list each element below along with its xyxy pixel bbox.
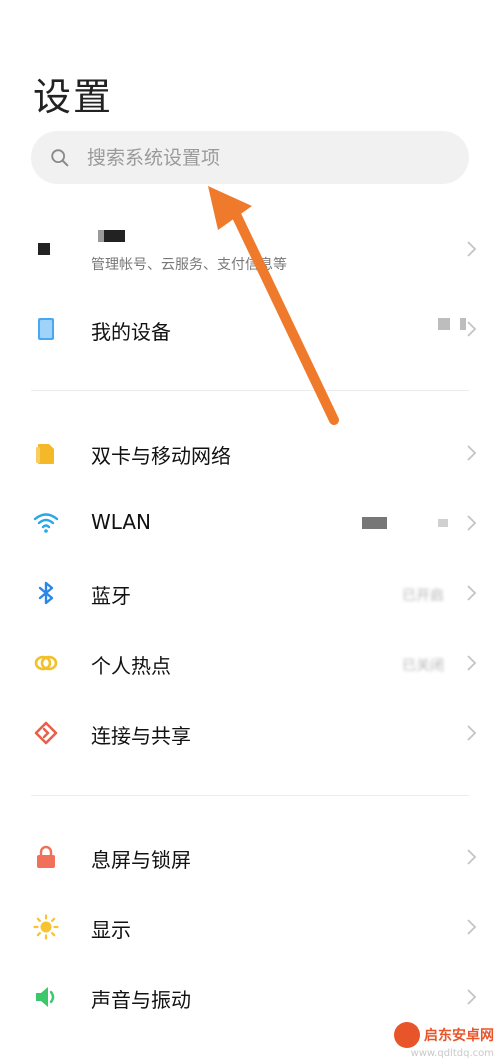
settings-item-bluetooth[interactable]: 蓝牙 已开启 [0, 563, 500, 623]
chevron-right-icon [467, 321, 477, 337]
sim-card-icon [36, 444, 54, 464]
settings-item-label: 连接与共享 [91, 724, 191, 748]
brightness-icon [33, 914, 59, 940]
device-icon [38, 318, 54, 340]
settings-item-label: 我的设备 [91, 320, 171, 344]
settings-item-display[interactable]: 显示 [0, 897, 500, 957]
chevron-right-icon [467, 515, 477, 531]
settings-item-label: 声音与振动 [91, 988, 191, 1012]
chevron-right-icon [467, 849, 477, 865]
avatar [38, 243, 50, 255]
lock-icon [37, 845, 55, 868]
search-icon [51, 149, 69, 167]
watermark-logo-icon [394, 1022, 420, 1048]
settings-item-dual-sim[interactable]: 双卡与移动网络 [0, 423, 500, 483]
chevron-right-icon [467, 445, 477, 461]
chevron-right-icon [467, 989, 477, 1005]
settings-item-label: 双卡与移动网络 [91, 444, 231, 468]
settings-item-label: 蓝牙 [91, 584, 131, 608]
watermark-brand: 启东安卓网 [424, 1028, 494, 1044]
page-title: 设置 [33, 75, 114, 119]
hotspot-icon [34, 655, 58, 671]
wlan-value-redact [362, 517, 387, 529]
settings-item-label: WLAN [91, 510, 152, 534]
wifi-icon [33, 513, 59, 533]
settings-item-label: 息屏与锁屏 [91, 848, 191, 872]
search-bar[interactable] [31, 131, 469, 184]
section-divider [31, 795, 469, 796]
chevron-right-icon [467, 655, 477, 671]
settings-item-lock-screen[interactable]: 息屏与锁屏 [0, 827, 500, 887]
bluetooth-status: 已开启 [402, 588, 444, 604]
chevron-right-icon [467, 919, 477, 935]
bluetooth-icon [38, 581, 54, 605]
account-row[interactable]: 管理帐号、云服务、支付信息等 [0, 218, 500, 282]
sound-icon [36, 987, 55, 1007]
settings-item-wlan[interactable]: WLAN [0, 493, 500, 553]
settings-item-label: 显示 [91, 918, 131, 942]
chevron-right-icon [467, 585, 477, 601]
wlan-signal-redact [438, 519, 448, 527]
settings-item-connection-share[interactable]: 连接与共享 [0, 703, 500, 763]
settings-item-label: 个人热点 [91, 654, 171, 678]
search-input[interactable] [85, 139, 449, 177]
section-divider [31, 390, 469, 391]
settings-item-hotspot[interactable]: 个人热点 已关闭 [0, 633, 500, 693]
account-subtitle: 管理帐号、云服务、支付信息等 [91, 257, 287, 273]
account-name-redact [98, 230, 104, 242]
connection-share-icon [34, 721, 58, 745]
device-value-redact [438, 318, 450, 330]
chevron-right-icon [467, 725, 477, 741]
watermark: 启东安卓网 www.qdltdq.com [394, 1022, 494, 1059]
settings-item-sound[interactable]: 声音与振动 [0, 967, 500, 1027]
chevron-right-icon [467, 241, 477, 257]
settings-item-my-device[interactable]: 我的设备 [0, 299, 500, 359]
hotspot-status: 已关闭 [402, 658, 444, 674]
